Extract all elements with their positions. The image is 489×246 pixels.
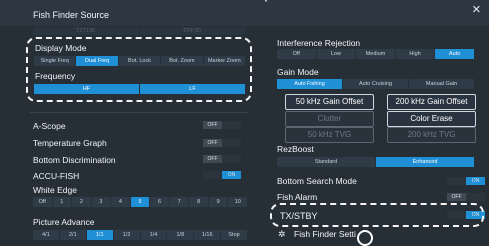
interference-rejection-selector[interactable]: Off Low Medium High Auto <box>277 49 474 59</box>
bottom-search-mode-label: Bottom Search Mode <box>277 176 357 186</box>
50khz-gain-offset-button[interactable]: 50 kHz Gain Offset <box>285 94 374 110</box>
touch-indicator-icon <box>357 230 373 246</box>
interference-option[interactable]: High <box>396 49 436 59</box>
white-edge-option[interactable]: 9 <box>209 197 229 207</box>
divider <box>30 112 248 113</box>
picture-advance-option-selected[interactable]: 1/1 <box>86 230 114 240</box>
toggle-state: OFF <box>447 193 466 201</box>
picture-advance-label: Picture Advance <box>33 217 95 227</box>
white-edge-option[interactable]: Off <box>33 197 53 207</box>
top-arrow-icon: ▼ <box>261 0 271 5</box>
rezboost-label: RezBoost <box>277 144 314 154</box>
fish-finder-source-selector[interactable]: TZT19F DFF3D <box>33 27 245 35</box>
fish-alarm-label: Fish Alarm <box>277 192 318 202</box>
white-edge-option[interactable]: 10 <box>228 197 247 207</box>
white-edge-option[interactable]: 1 <box>53 197 73 207</box>
fish-finder-settings-label[interactable]: Fish Finder Setti <box>294 229 356 239</box>
clutter-button[interactable]: Clutter <box>285 111 374 127</box>
toggle-state: ON <box>466 177 485 185</box>
picture-advance-option[interactable]: 2/1 <box>60 230 87 240</box>
rezboost-option[interactable]: Standard <box>277 157 376 167</box>
white-edge-label: White Edge <box>33 185 77 195</box>
picture-advance-option[interactable]: 4/1 <box>33 230 60 240</box>
white-edge-option[interactable]: 4 <box>111 197 131 207</box>
white-edge-option-selected[interactable]: 5 <box>130 197 151 207</box>
close-icon[interactable]: × <box>472 1 481 18</box>
gear-icon[interactable]: ✲ <box>278 229 286 240</box>
white-edge-option[interactable]: 3 <box>92 197 112 207</box>
highlight-tx-stby <box>270 203 484 227</box>
color-erase-button[interactable]: Color Erase <box>387 111 476 127</box>
white-edge-option[interactable]: 8 <box>189 197 209 207</box>
interference-rejection-label: Interference Rejection <box>277 38 361 48</box>
white-edge-selector[interactable]: Off 1 2 3 4 5 6 7 8 9 10 <box>33 197 247 207</box>
interference-option[interactable]: Off <box>277 49 317 59</box>
picture-advance-option[interactable]: 1/16 <box>194 230 222 240</box>
bottom-discrimination-toggle[interactable]: OFF <box>203 155 241 163</box>
a-scope-toggle[interactable]: OFF <box>203 121 241 129</box>
rezboost-selector[interactable]: Standard Enhanced <box>277 157 474 167</box>
bottom-discrimination-label: Bottom Discrimination <box>33 155 116 165</box>
source-option[interactable]: DFF3D <box>140 27 246 35</box>
interference-option-selected[interactable]: Auto <box>435 49 474 59</box>
picture-advance-selector[interactable]: 4/1 2/1 1/1 1/2 1/4 1/8 1/16 Stop <box>33 230 247 240</box>
fish-finder-source-label: Fish Finder Source <box>33 10 110 20</box>
white-edge-option[interactable]: 7 <box>170 197 190 207</box>
interference-option[interactable]: Low <box>317 49 357 59</box>
temperature-graph-label: Temperature Graph <box>33 138 107 148</box>
picture-advance-option[interactable]: Stop <box>221 230 247 240</box>
200khz-gain-offset-button[interactable]: 200 kHz Gain Offset <box>387 94 476 110</box>
fish-alarm-toggle[interactable]: OFF <box>447 193 485 201</box>
bottom-search-mode-toggle[interactable]: ON <box>447 177 485 185</box>
accu-fish-toggle[interactable]: ON <box>203 171 241 179</box>
gain-mode-selector[interactable]: Auto Fishing Auto Cruising Manual Gain <box>277 79 474 89</box>
source-option[interactable]: TZT19F <box>33 27 140 35</box>
rezboost-option-selected[interactable]: Enhanced <box>376 157 474 167</box>
interference-option[interactable]: Medium <box>356 49 396 59</box>
picture-advance-option[interactable]: 1/4 <box>141 230 168 240</box>
temperature-graph-toggle[interactable]: OFF <box>203 139 241 147</box>
highlight-display-frequency <box>26 37 252 102</box>
a-scope-label: A-Scope <box>33 121 66 131</box>
picture-advance-option[interactable]: 1/2 <box>114 230 141 240</box>
200khz-tvg-button[interactable]: 200 kHz TVG <box>387 127 476 143</box>
gain-mode-option[interactable]: Manual Gain <box>409 79 474 89</box>
toggle-state: ON <box>222 171 241 179</box>
white-edge-option[interactable]: 2 <box>72 197 92 207</box>
picture-advance-option[interactable]: 1/8 <box>167 230 195 240</box>
gain-mode-option-selected[interactable]: Auto Fishing <box>277 79 343 89</box>
accu-fish-label: ACCU-FISH <box>33 171 80 181</box>
toggle-state: OFF <box>203 155 222 163</box>
50khz-tvg-button[interactable]: 50 kHz TVG <box>285 127 374 143</box>
toggle-state: OFF <box>203 139 222 147</box>
gain-mode-option[interactable]: Auto Cruising <box>343 79 409 89</box>
gain-mode-label: Gain Mode <box>277 67 319 77</box>
toggle-state: OFF <box>203 121 222 129</box>
white-edge-option[interactable]: 6 <box>150 197 170 207</box>
